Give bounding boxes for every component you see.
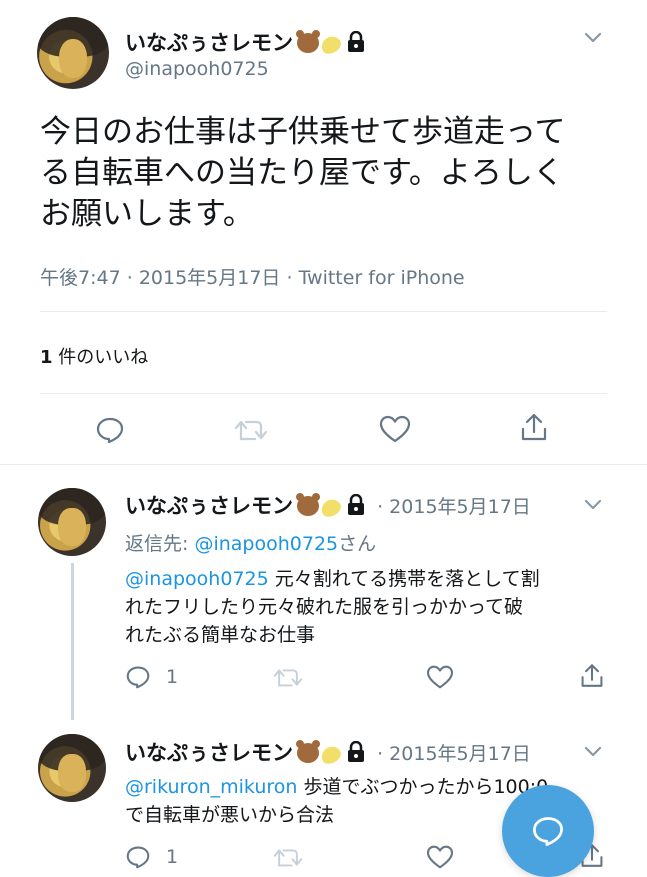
reply-header: いなぷぅさレモン · 2015年5月17日 xyxy=(125,737,531,767)
author-handle[interactable]: @inapooh0725 xyxy=(125,58,269,80)
reply-to-handle[interactable]: @inapooh0725 xyxy=(194,533,338,555)
compose-icon xyxy=(533,817,563,846)
avatar[interactable] xyxy=(37,17,109,89)
tweet-time[interactable]: 午後7:47 xyxy=(40,267,121,289)
lemon-emoji-icon xyxy=(318,496,344,520)
reply-icon[interactable] xyxy=(125,665,151,689)
reply-header: いなぷぅさレモン · 2015年5月17日 xyxy=(125,490,531,520)
retweet-icon[interactable] xyxy=(233,417,269,443)
reply-text: @inapooh0725 元々割れてる携帯を落として割 れたフリしたり元々破れた… xyxy=(125,565,615,649)
reply-to-suffix: さん xyxy=(338,533,377,555)
reply-count: 1 xyxy=(166,846,179,868)
tweet-text-line: る自転車への当たり屋です。よろしく xyxy=(40,155,564,191)
reply-text-line: れたフリしたり元々破れた服を引っかかって破 xyxy=(125,596,524,618)
reply-text-first: 歩道でぶつかったから100:0 xyxy=(297,776,549,798)
reply-text-first: 元々割れてる携帯を落として割 xyxy=(268,568,540,590)
meta-separator: · xyxy=(286,267,293,289)
meta-separator: · xyxy=(126,267,133,289)
mention-link[interactable]: @inapooh0725 xyxy=(125,568,269,590)
reply-count: 1 xyxy=(166,666,179,688)
lock-icon xyxy=(348,741,364,762)
like-icon[interactable] xyxy=(379,415,411,443)
author-name[interactable]: いなぷぅさレモン xyxy=(125,31,293,55)
lemon-emoji-icon xyxy=(318,33,344,57)
lock-icon xyxy=(348,31,364,52)
mention-link[interactable]: @rikuron_mikuron xyxy=(125,776,297,798)
chevron-down-icon[interactable] xyxy=(583,744,603,758)
lock-icon xyxy=(348,494,364,515)
share-icon[interactable] xyxy=(580,662,604,689)
like-icon[interactable] xyxy=(426,665,454,689)
avatar[interactable] xyxy=(38,734,106,802)
lemon-emoji-icon xyxy=(318,743,344,767)
divider xyxy=(40,311,607,312)
chevron-down-icon[interactable] xyxy=(583,30,603,44)
tweet-client[interactable]: Twitter for iPhone xyxy=(299,267,465,289)
likes-count: 1 xyxy=(40,347,53,368)
tweet-date[interactable]: 2015年5月17日 xyxy=(139,267,281,289)
share-icon[interactable] xyxy=(520,412,548,442)
reply-icon[interactable] xyxy=(95,416,125,444)
compose-button[interactable] xyxy=(502,785,594,877)
likes-summary[interactable]: 1 件のいいね xyxy=(40,343,148,369)
likes-label: 件のいいね xyxy=(58,347,149,368)
reply-icon[interactable] xyxy=(125,845,151,869)
retweet-icon[interactable] xyxy=(272,846,304,869)
bear-emoji-icon xyxy=(296,30,320,53)
tweet-text: 今日のお仕事は子供乗せて歩道走って る自転車への当たり屋です。よろしく お願いし… xyxy=(40,112,630,235)
thread-line xyxy=(71,563,74,720)
tweet-meta: 午後7:47 · 2015年5月17日 · Twitter for iPhone xyxy=(40,263,465,290)
reply-text-line: @inapooh0725 元々割れてる携帯を落として割 xyxy=(125,565,615,593)
author-name-row: いなぷぅさレモン xyxy=(125,27,366,57)
reply-text-line: れたぶる簡単なお仕事 xyxy=(125,624,316,646)
retweet-icon[interactable] xyxy=(272,666,304,689)
avatar[interactable] xyxy=(38,488,106,556)
bear-emoji-icon xyxy=(296,493,320,516)
like-icon[interactable] xyxy=(426,845,454,869)
bear-emoji-icon xyxy=(296,740,320,763)
tweet-text-line: 今日のお仕事は子供乗せて歩道走って xyxy=(40,114,566,150)
reply-to: 返信先: @inapooh0725さん xyxy=(125,530,376,558)
tweet-text-line: お願いします。 xyxy=(40,196,254,232)
reply-date[interactable]: · 2015年5月17日 xyxy=(377,743,531,765)
divider xyxy=(0,464,647,465)
reply-to-label: 返信先: xyxy=(125,533,189,555)
author-name[interactable]: いなぷぅさレモン xyxy=(125,494,293,518)
chevron-down-icon[interactable] xyxy=(583,497,603,511)
reply-date[interactable]: · 2015年5月17日 xyxy=(377,496,531,518)
author-name[interactable]: いなぷぅさレモン xyxy=(125,741,293,765)
divider xyxy=(40,393,607,394)
